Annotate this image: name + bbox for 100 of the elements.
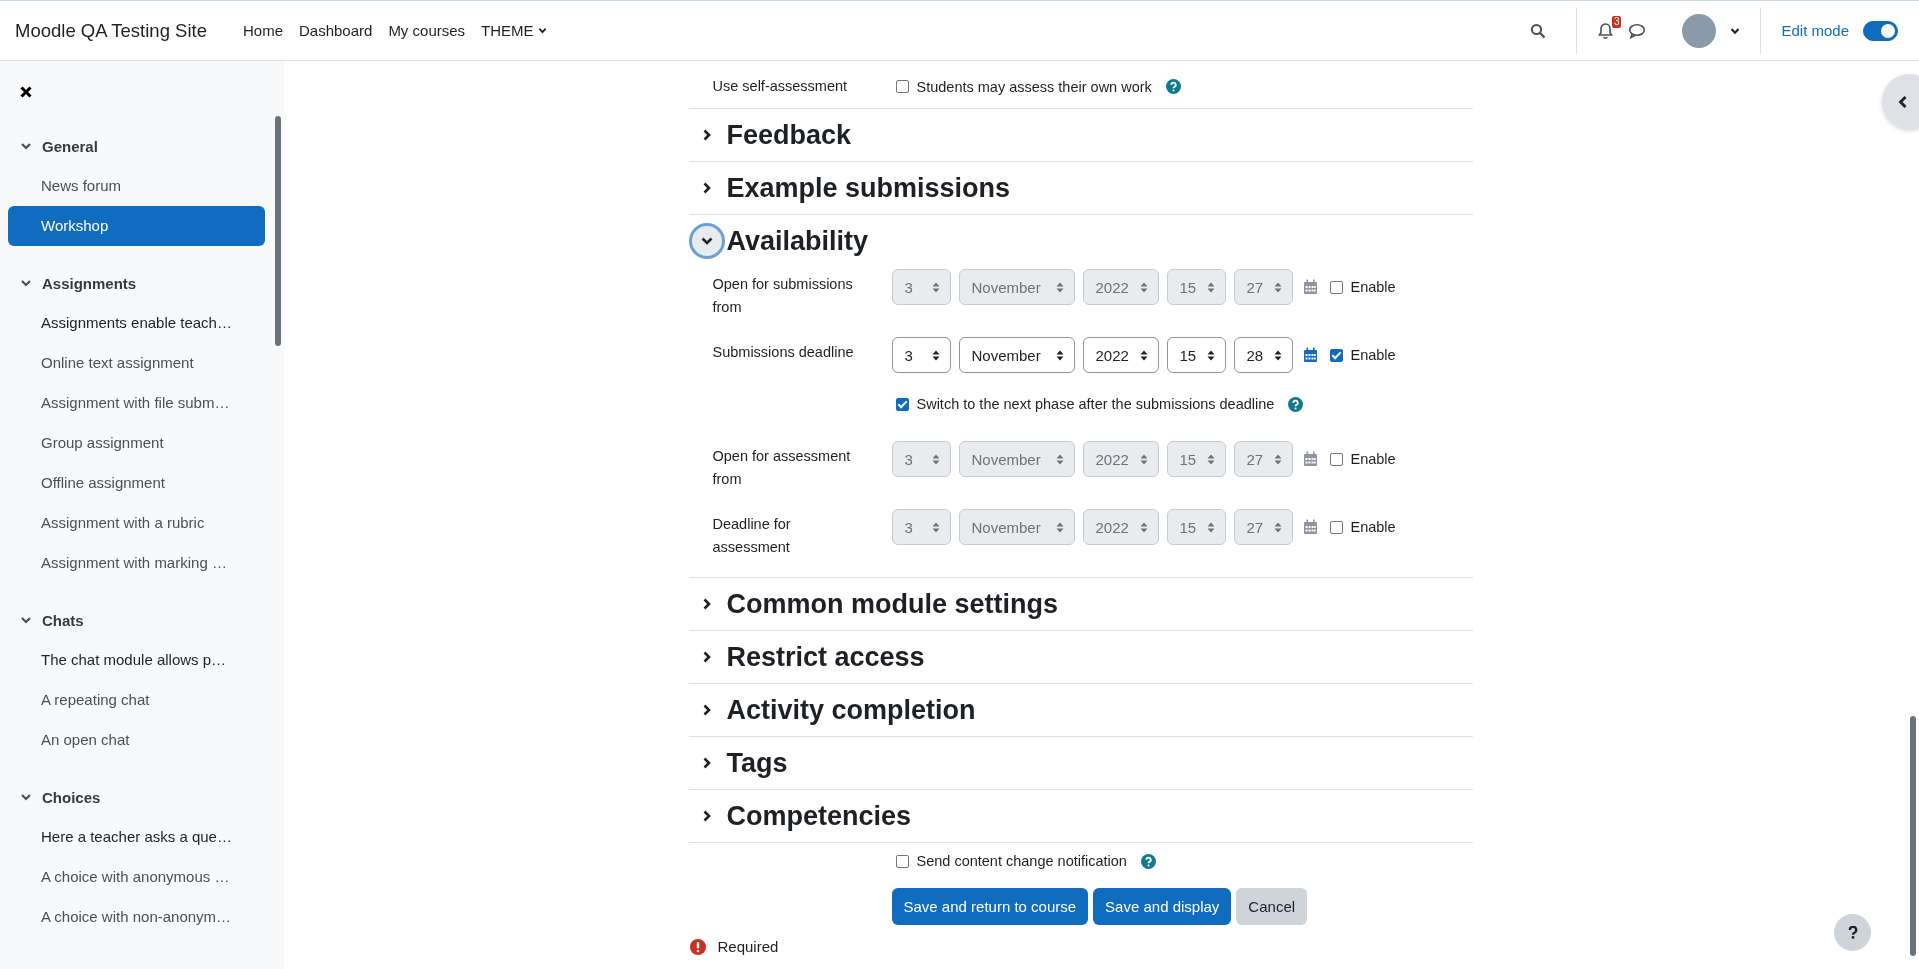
course-index-item[interactable]: Assignment with file subm… (8, 383, 265, 423)
hour-select[interactable]: 15 (1166, 441, 1226, 477)
minute-select[interactable]: 28 (1233, 337, 1293, 373)
form-button[interactable]: Save and return to course (891, 888, 1089, 925)
calendar-icon[interactable] (1302, 451, 1318, 467)
sort-icon (1139, 521, 1148, 533)
nav-link[interactable]: Home (242, 22, 283, 39)
month-select[interactable]: November (958, 269, 1075, 305)
help-icon[interactable] (1165, 79, 1181, 94)
chevron-down-icon (20, 140, 32, 152)
course-index-item[interactable]: Offline assignment (8, 463, 265, 503)
sort-icon (931, 521, 940, 533)
section-heading[interactable]: Activity completion (726, 694, 976, 726)
minute-select[interactable]: 27 (1233, 509, 1293, 545)
course-index-item[interactable]: Workshop (8, 206, 265, 246)
year-select[interactable]: 2022 (1082, 337, 1159, 373)
course-index-item[interactable]: The chat module allows p… (8, 640, 265, 680)
sort-icon (1055, 281, 1064, 293)
sort-icon (931, 453, 940, 465)
minute-select[interactable]: 27 (1233, 441, 1293, 477)
course-section-toggle[interactable]: Chats (8, 600, 276, 640)
checkbox[interactable] (1329, 280, 1343, 294)
section-heading[interactable]: Example submissions (726, 172, 1011, 204)
hour-select[interactable]: 15 (1166, 269, 1226, 305)
course-section-toggle[interactable]: Assignments (8, 263, 276, 303)
day-select[interactable]: 3 (891, 509, 951, 545)
help-icon[interactable] (1288, 396, 1304, 412)
checkbox[interactable] (1329, 452, 1343, 466)
calendar-icon[interactable] (1302, 519, 1318, 535)
nav-link[interactable]: THEME (481, 22, 547, 39)
required-note: Required (717, 938, 779, 955)
sort-icon (931, 281, 940, 293)
section-heading[interactable]: Competencies (726, 800, 912, 832)
month-select[interactable]: November (958, 441, 1075, 477)
search-icon[interactable] (1530, 22, 1547, 39)
hour-select[interactable]: 15 (1166, 509, 1226, 545)
form-button[interactable]: Save and display (1093, 888, 1232, 925)
checkbox[interactable] (1329, 348, 1343, 362)
edit-mode-switch[interactable] (1863, 20, 1898, 41)
field-label: Open for submissions from (711, 275, 854, 317)
course-index-item[interactable]: Assignments enable teach… (8, 303, 265, 343)
section-heading[interactable]: Restrict access (726, 641, 925, 673)
sort-icon (1139, 281, 1148, 293)
checkbox-label: Switch to the next phase after the submissions deadline (916, 396, 1275, 412)
hour-select[interactable]: 15 (1166, 337, 1226, 373)
section-heading[interactable]: Tags (726, 747, 788, 779)
checkbox[interactable] (1329, 520, 1343, 534)
sort-icon (1139, 453, 1148, 465)
avatar[interactable] (1682, 13, 1717, 48)
help-button[interactable] (1834, 914, 1871, 951)
calendar-icon[interactable] (1302, 347, 1318, 363)
chevron-down-icon (20, 277, 32, 289)
site-name[interactable]: Moodle QA Testing Site (15, 19, 207, 42)
course-section-toggle[interactable]: General (8, 126, 276, 166)
sort-icon (1206, 453, 1215, 465)
checkbox-label: Enable (1350, 279, 1396, 295)
field-label: Deadline for assessment (711, 515, 792, 557)
course-index-item[interactable]: A choice with non-anonym… (8, 897, 265, 937)
year-select[interactable]: 2022 (1082, 269, 1159, 305)
section-heading[interactable]: Feedback (726, 119, 852, 151)
nav-link[interactable]: My courses (388, 22, 466, 39)
help-icon[interactable] (1140, 853, 1156, 869)
sort-icon (1055, 453, 1064, 465)
month-select[interactable]: November (958, 509, 1075, 545)
sort-icon (1206, 521, 1215, 533)
exclamation-icon (689, 938, 706, 955)
course-index-item[interactable]: Group assignment (8, 423, 265, 463)
course-index-item[interactable]: News forum (8, 166, 265, 206)
form-button[interactable]: Cancel (1236, 888, 1308, 925)
calendar-icon[interactable] (1302, 279, 1318, 295)
minute-select[interactable]: 27 (1233, 269, 1293, 305)
section-heading[interactable]: Availability (726, 225, 869, 257)
sort-icon (1273, 349, 1282, 361)
year-select[interactable]: 2022 (1082, 441, 1159, 477)
nav-link[interactable]: Dashboard (299, 22, 373, 39)
day-select[interactable]: 3 (891, 337, 951, 373)
course-section-toggle[interactable]: Choices (8, 777, 276, 817)
course-index-item[interactable]: A choice with anonymous … (8, 857, 265, 897)
checkbox[interactable] (895, 854, 909, 868)
speech-bubble-icon[interactable] (1628, 22, 1647, 39)
course-index-item[interactable]: Online text assignment (8, 343, 265, 383)
day-select[interactable]: 3 (891, 441, 951, 477)
checkbox[interactable] (895, 397, 909, 411)
sort-icon (1139, 349, 1148, 361)
day-select[interactable]: 3 (891, 269, 951, 305)
year-select[interactable]: 2022 (1082, 509, 1159, 545)
month-select[interactable]: November (958, 337, 1075, 373)
section-toggle[interactable] (688, 223, 725, 259)
checkbox[interactable] (895, 80, 909, 93)
course-index-item[interactable]: An open chat (8, 720, 265, 760)
close-icon[interactable] (19, 85, 33, 99)
field-label: Open for assessment from (711, 447, 852, 489)
bell-icon[interactable] (1597, 21, 1615, 40)
course-index-item[interactable]: Assignment with a rubric (8, 503, 265, 543)
checkbox-label: Enable (1350, 451, 1396, 467)
section-heading[interactable]: Common module settings (726, 588, 1058, 620)
course-index-item[interactable]: Assignment with marking … (8, 543, 265, 583)
checkbox-label: Send content change notification (916, 853, 1127, 869)
course-index-item[interactable]: A repeating chat (8, 680, 265, 720)
course-index-item[interactable]: Here a teacher asks a que… (8, 817, 265, 857)
